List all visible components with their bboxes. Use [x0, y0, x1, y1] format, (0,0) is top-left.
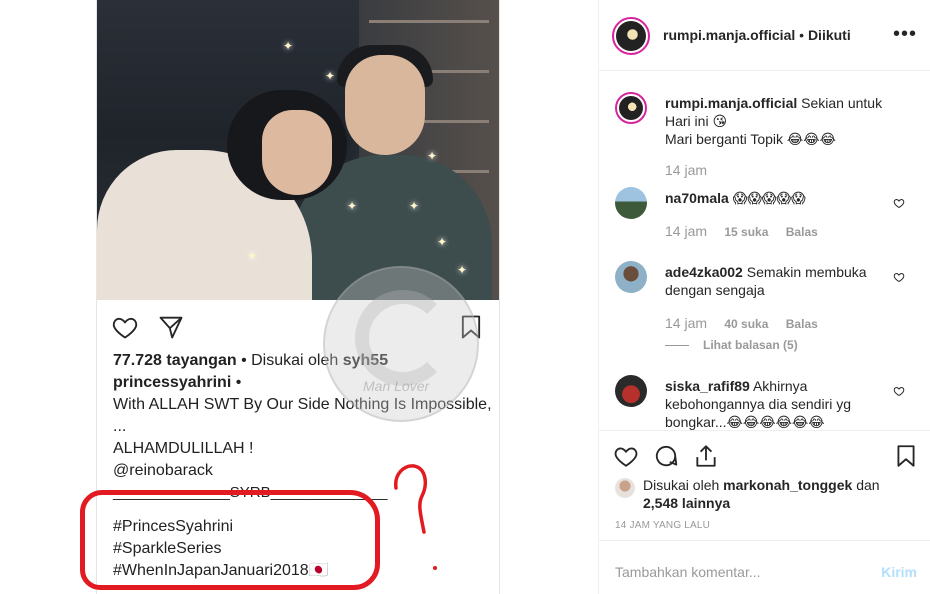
question-mark-dot: [433, 566, 437, 570]
sparkle-icon: ✦: [427, 149, 438, 163]
sparkle-icon: ✦: [247, 249, 258, 263]
send-button[interactable]: Kirim: [881, 564, 917, 580]
comment-likes[interactable]: 15 suka: [724, 225, 768, 239]
comment-text: Mari berganti Topik 😂😂😂: [665, 131, 836, 147]
caption-line: ...: [113, 418, 127, 435]
comment-meta: 14 jam 40 suka Balas: [665, 315, 832, 331]
comment-meta: 14 jam: [665, 162, 721, 178]
comment-input[interactable]: Tambahkan komentar...: [615, 564, 761, 580]
avatar[interactable]: [615, 187, 647, 219]
avatar[interactable]: [615, 478, 635, 498]
comment-username[interactable]: ade4zka002: [665, 264, 743, 280]
share-upload-icon[interactable]: [693, 443, 719, 469]
avatar[interactable]: [615, 375, 647, 407]
instagram-post-view: ✦ ✦ ✦ ✦ ✦ ✦ ✦ ✦ 77.728 tayangan • Disuka…: [0, 0, 930, 594]
comment-username[interactable]: rumpi.manja.official: [665, 95, 797, 111]
more-options-icon[interactable]: •••: [893, 23, 917, 46]
header-dot: •: [799, 27, 805, 43]
comment-username[interactable]: siska_rafif89: [665, 378, 750, 394]
liked-by-and: dan: [856, 477, 880, 493]
post-action-bar: [599, 430, 930, 478]
liked-by-username[interactable]: markonah_tonggek: [723, 477, 852, 493]
watermark-logo: Man Lover: [323, 266, 479, 422]
sparkle-icon: ✦: [457, 263, 468, 277]
comment-icon[interactable]: [653, 443, 679, 469]
comment-text: 😱😱😱😱😱: [732, 190, 806, 206]
like-heart-icon[interactable]: [613, 443, 639, 469]
header-username[interactable]: rumpi.manja.official: [663, 27, 795, 43]
post-time-ago[interactable]: 14 JAM YANG LALU: [615, 520, 710, 531]
comment-body: rumpi.manja.official Sekian untuk Hari i…: [665, 94, 885, 148]
avatar[interactable]: [612, 17, 650, 55]
comment-time[interactable]: 14 jam: [665, 162, 707, 178]
sparkle-icon: ✦: [325, 69, 336, 83]
save-bookmark-icon[interactable]: [893, 443, 919, 469]
comment-body: ade4zka002 Semakin membuka dengan sengaj…: [665, 263, 885, 299]
follow-status-button[interactable]: Diikuti: [808, 27, 851, 43]
liked-by-prefix: Disukai oleh: [643, 477, 720, 493]
sparkle-icon: ✦: [437, 235, 448, 249]
caption-author: princessyahrini: [113, 374, 232, 391]
comment-likes[interactable]: 40 suka: [724, 317, 768, 331]
like-comment-heart-icon[interactable]: [893, 385, 905, 397]
comment-composer: Tambahkan komentar... Kirim: [599, 540, 930, 594]
woman-face: [262, 110, 332, 195]
reply-button[interactable]: Balas: [786, 225, 818, 239]
views-count: 77.728 tayangan: [113, 352, 237, 369]
reply-button[interactable]: Balas: [786, 317, 818, 331]
caption-mention: @reinobarack: [113, 462, 213, 479]
moon-icon: [355, 290, 451, 386]
caption-line: ALHAMDULILLAH !: [113, 440, 254, 457]
post-header: rumpi.manja.official • Diikuti •••: [599, 0, 930, 71]
comment-time[interactable]: 14 jam: [665, 223, 707, 239]
comment-time[interactable]: 14 jam: [665, 315, 707, 331]
comment-body: siska_rafif89 Akhirnya kebohongannya dia…: [665, 377, 885, 430]
post-side-panel: rumpi.manja.official • Diikuti ••• rumpi…: [598, 0, 930, 594]
watermark-text: Man Lover: [363, 378, 430, 394]
comments-list[interactable]: rumpi.manja.official Sekian untuk Hari i…: [599, 72, 930, 430]
avatar[interactable]: [615, 92, 647, 124]
avatar[interactable]: [615, 261, 647, 293]
sparkle-icon: ✦: [409, 199, 420, 213]
post-media[interactable]: ✦ ✦ ✦ ✦ ✦ ✦ ✦ ✦ 77.728 tayangan • Disuka…: [0, 0, 598, 594]
heart-icon: [112, 317, 138, 339]
likes-text: Disukai oleh markonah_tonggek dan 2,548 …: [643, 476, 913, 512]
sparkle-icon: ✦: [347, 199, 358, 213]
comment-body: na70mala 😱😱😱😱😱: [665, 189, 885, 207]
share-icon: [159, 316, 183, 339]
sparkle-icon: ✦: [283, 39, 294, 53]
comment-meta: 14 jam 15 suka Balas: [665, 223, 832, 239]
comment-username[interactable]: na70mala: [665, 190, 729, 206]
view-replies-button[interactable]: Lihat balasan (5): [665, 338, 798, 352]
question-mark-annotation: [394, 464, 428, 534]
likes-count-button[interactable]: 2,548 lainnya: [643, 495, 730, 511]
header-user: rumpi.manja.official • Diikuti: [663, 27, 851, 43]
author-suffix: •: [235, 374, 242, 391]
red-annotation-box: [80, 490, 380, 590]
like-comment-heart-icon[interactable]: [893, 197, 905, 209]
view-replies-label: Lihat balasan (5): [703, 338, 798, 352]
photo: ✦ ✦ ✦ ✦ ✦ ✦ ✦ ✦: [97, 0, 499, 300]
like-comment-heart-icon[interactable]: [893, 271, 905, 283]
man-face: [345, 55, 425, 155]
replies-line: [665, 345, 689, 347]
